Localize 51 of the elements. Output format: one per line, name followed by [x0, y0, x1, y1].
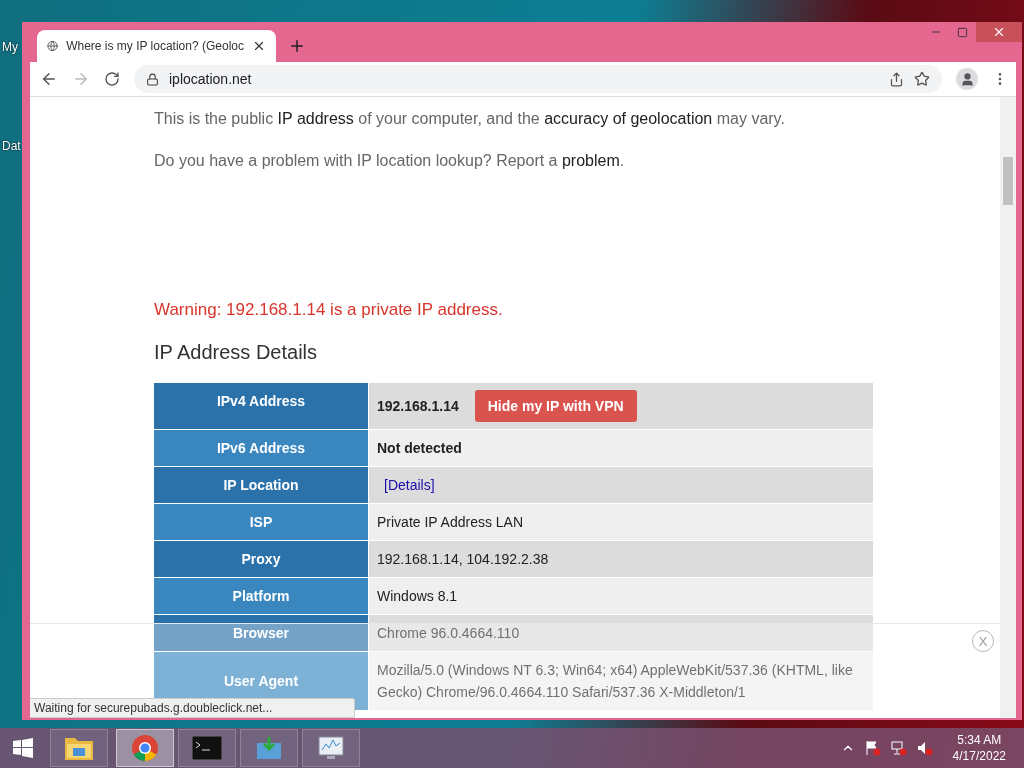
row-value: Chrome 96.0.4664.110 — [377, 624, 520, 643]
intro-text: Do you have a problem with IP location lookup? Report a problem. — [154, 151, 626, 171]
profile-icon[interactable] — [956, 68, 978, 90]
row-label: IPv4 Address — [154, 383, 369, 430]
speaker-icon[interactable] — [916, 740, 933, 756]
reload-icon[interactable] — [104, 71, 120, 87]
taskbar-app[interactable] — [116, 729, 174, 767]
address-bar[interactable]: iplocation.net — [134, 65, 942, 93]
row-value: Not detected — [377, 439, 462, 458]
scrollbar[interactable] — [1000, 97, 1016, 718]
windows-icon — [13, 738, 33, 758]
back-icon[interactable] — [40, 70, 58, 88]
row-label: ISP — [154, 504, 369, 541]
desktop-icon-label: Dat — [1, 139, 21, 153]
row-label: Proxy — [154, 541, 369, 578]
row-value: Mozilla/5.0 (Windows NT 6.3; Win64; x64) AppleWebKit/537.36 (KHTML, like Gecko) Chrome/96.0.4664.110 Safari/537.36 X-Middleton/1 — [377, 661, 854, 702]
desktop-icon-label: My — [1, 40, 19, 54]
installer-icon — [255, 735, 283, 761]
text-link[interactable]: IP address — [277, 110, 354, 127]
details-link[interactable]: [Details] — [377, 474, 435, 496]
section-heading: IP Address Details — [154, 340, 319, 364]
taskbar-app[interactable] — [50, 729, 108, 767]
text-link[interactable]: accuracy of geolocation — [544, 110, 713, 127]
row-value: 192.168.1.14 — [377, 397, 459, 416]
row-label: Platform — [154, 578, 369, 615]
row-value: 192.168.1.14, 104.192.2.38 — [377, 550, 549, 569]
star-icon[interactable] — [914, 71, 930, 87]
row-label: IP Location — [154, 467, 369, 504]
intro-text: This is the public IP address of your computer, and the accuracy of geolocation may vary. — [154, 109, 786, 129]
status-bubble: Waiting for securepubads.g.doubleclick.net... — [30, 698, 355, 718]
clock[interactable]: 5:34 AM 4/17/2022 — [952, 732, 1006, 764]
vpn-button[interactable]: Hide my IP with VPN — [474, 390, 637, 422]
taskbar-app[interactable] — [302, 729, 360, 767]
console-icon — [192, 736, 222, 760]
row-label: Browser — [154, 615, 369, 652]
text-link[interactable]: problem — [561, 152, 620, 169]
close-tab-icon[interactable] — [252, 39, 266, 53]
flag-icon[interactable] — [864, 740, 881, 756]
browser-tab[interactable]: Where is my IP location? (Geoloc — [37, 30, 276, 62]
taskbar-app[interactable] — [178, 729, 236, 767]
warning-text: Warning: 192.168.1.14 is a private IP address. — [154, 299, 504, 321]
network-icon[interactable] — [890, 740, 907, 756]
row-value: Windows 8.1 — [377, 587, 458, 606]
monitor-icon — [317, 735, 345, 761]
tab-title: Where is my IP location? (Geoloc — [66, 39, 244, 53]
row-label: IPv6 Address — [154, 430, 369, 467]
share-icon[interactable] — [889, 71, 904, 87]
row-value: Private IP Address LAN — [377, 513, 524, 532]
chrome-icon — [131, 734, 159, 762]
lock-icon — [146, 72, 159, 86]
globe-icon — [47, 38, 59, 54]
